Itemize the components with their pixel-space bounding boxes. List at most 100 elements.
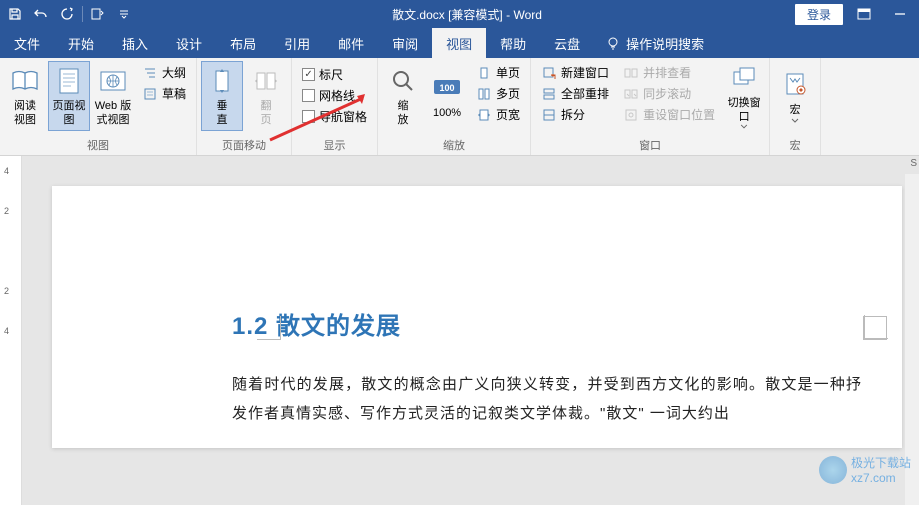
web-view-icon: [97, 65, 129, 97]
scroll-indicator: S: [910, 158, 917, 169]
checkbox-icon: [302, 68, 315, 81]
zoom-button[interactable]: 缩 放: [382, 61, 424, 131]
group-zoom-label: 缩放: [382, 136, 526, 154]
zoom-icon: [387, 65, 419, 97]
svg-text:100: 100: [440, 83, 455, 93]
hundred-icon: 100: [431, 72, 463, 104]
minimize-button[interactable]: [885, 3, 915, 25]
chevron-down-icon: [791, 118, 799, 123]
group-show: 标尺 网格线 导航窗格 显示: [292, 58, 378, 155]
draft-button[interactable]: 草稿: [140, 84, 188, 103]
vertical-icon: [206, 65, 238, 97]
tab-insert[interactable]: 插入: [108, 28, 162, 58]
tab-design[interactable]: 设计: [162, 28, 216, 58]
group-window: 新建窗口 全部重排 拆分 并排查看 同步滚动: [531, 58, 770, 155]
crop-mark-tl: [257, 316, 281, 340]
work-area: 4224 1.2 散文的发展 随着时代的发展，散文的概念由广义向狭义转变，并受到…: [0, 156, 919, 505]
tab-home[interactable]: 开始: [54, 28, 108, 58]
qat-customize-button[interactable]: [111, 3, 137, 25]
tab-view[interactable]: 视图: [432, 28, 486, 58]
document-heading: 1.2 散文的发展: [232, 306, 862, 341]
ribbon-display-button[interactable]: [849, 3, 879, 25]
switch-window-icon: [728, 63, 760, 94]
vertical-ruler[interactable]: 4224: [0, 156, 22, 505]
checkbox-icon: [302, 89, 315, 102]
group-show-label: 显示: [296, 136, 373, 154]
reset-position-icon: [623, 107, 639, 123]
tab-help[interactable]: 帮助: [486, 28, 540, 58]
redo-button[interactable]: [54, 3, 80, 25]
checkbox-icon: [302, 110, 315, 123]
page-turn-icon: [250, 65, 282, 97]
side-by-side-button: 并排查看: [621, 63, 717, 82]
sync-scroll-icon: [623, 86, 639, 102]
title-bar: 散文.docx [兼容模式] - Word 登录: [0, 0, 919, 28]
document-page: 1.2 散文的发展 随着时代的发展，散文的概念由广义向狭义转变，并受到西方文化的…: [52, 186, 902, 448]
tell-me-search[interactable]: 操作说明搜索: [594, 28, 716, 58]
page-width-button[interactable]: 页宽: [474, 105, 522, 124]
vertical-button[interactable]: 垂 直: [201, 61, 243, 131]
window-title: 散文.docx [兼容模式] - Word: [139, 6, 795, 23]
multi-page-button[interactable]: 多页: [474, 84, 522, 103]
read-view-button[interactable]: 阅读 视图: [4, 61, 46, 131]
sync-scroll-button: 同步滚动: [621, 84, 717, 103]
outline-button[interactable]: 大纲: [140, 63, 188, 82]
chevron-down-icon: [740, 124, 748, 129]
group-zoom: 缩 放 100 100% 单页 多页 页宽 缩: [378, 58, 531, 155]
page-turn-button: 翻 页: [245, 61, 287, 131]
reset-position-button: 重设窗口位置: [621, 105, 717, 124]
tab-file[interactable]: 文件: [0, 28, 54, 58]
save-button[interactable]: [2, 3, 28, 25]
arrange-all-button[interactable]: 全部重排: [539, 84, 611, 103]
compat-mode: [兼容模式]: [448, 8, 503, 22]
document-body: 随着时代的发展，散文的概念由广义向狭义转变，并受到西方文化的影响。散文是一种抒发…: [232, 371, 862, 428]
macros-button[interactable]: 宏: [774, 61, 816, 131]
undo-button[interactable]: [28, 3, 54, 25]
new-window-button[interactable]: 新建窗口: [539, 63, 611, 82]
read-view-icon: [9, 65, 41, 97]
draft-icon: [142, 86, 158, 102]
tab-mailings[interactable]: 邮件: [324, 28, 378, 58]
group-views-label: 视图: [4, 136, 192, 154]
split-icon: [541, 107, 557, 123]
split-button[interactable]: 拆分: [539, 105, 611, 124]
group-page-movement: 垂 直 翻 页 页面移动: [197, 58, 292, 155]
group-window-label: 窗口: [535, 136, 765, 154]
doc-name: 散文.docx: [392, 8, 445, 22]
watermark-icon: [819, 456, 847, 484]
tab-cloud[interactable]: 云盘: [540, 28, 594, 58]
outline-icon: [142, 65, 158, 81]
group-views: 阅读 视图 页面视图 Web 版式视图 大纲 草稿 视图: [0, 58, 197, 155]
hundred-percent-button[interactable]: 100 100%: [426, 61, 468, 131]
group-macros: 宏 宏: [770, 58, 821, 155]
switch-window-button[interactable]: 切换窗 口: [723, 61, 765, 131]
one-page-button[interactable]: 单页: [474, 63, 522, 82]
web-view-button[interactable]: Web 版式视图: [92, 61, 134, 131]
tab-layout[interactable]: 布局: [216, 28, 270, 58]
page-view-icon: [53, 65, 85, 97]
tell-me-label: 操作说明搜索: [626, 34, 704, 53]
multi-page-icon: [476, 86, 492, 102]
new-window-icon: [541, 65, 557, 81]
ruler-checkbox[interactable]: 标尺: [300, 65, 369, 84]
app-name: Word: [513, 8, 541, 22]
gridlines-checkbox[interactable]: 网格线: [300, 86, 369, 105]
side-by-side-icon: [623, 65, 639, 81]
page-view-button[interactable]: 页面视图: [48, 61, 90, 131]
page-canvas[interactable]: 1.2 散文的发展 随着时代的发展，散文的概念由广义向狭义转变，并受到西方文化的…: [22, 156, 919, 505]
tab-references[interactable]: 引用: [270, 28, 324, 58]
quick-access-toolbar: [0, 3, 139, 25]
macros-icon: [779, 69, 811, 101]
touch-mode-button[interactable]: [85, 3, 111, 25]
watermark: 极光下载站 xz7.com: [819, 454, 911, 485]
ribbon: 阅读 视图 页面视图 Web 版式视图 大纲 草稿 视图: [0, 58, 919, 156]
menu-bar: 文件 开始 插入 设计 布局 引用 邮件 审阅 视图 帮助 云盘 操作说明搜索: [0, 28, 919, 58]
one-page-icon: [476, 65, 492, 81]
tab-review[interactable]: 审阅: [378, 28, 432, 58]
login-button[interactable]: 登录: [795, 4, 843, 25]
crop-mark-tr: [863, 316, 887, 340]
arrange-all-icon: [541, 86, 557, 102]
nav-pane-checkbox[interactable]: 导航窗格: [300, 107, 369, 126]
page-width-icon: [476, 107, 492, 123]
group-page-movement-label: 页面移动: [201, 136, 287, 154]
